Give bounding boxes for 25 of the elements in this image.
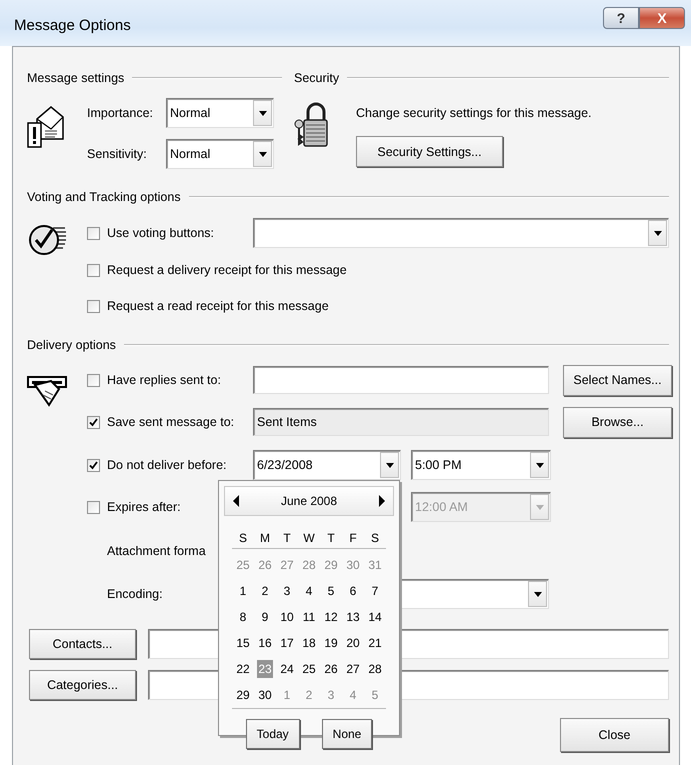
weekday-label: W (303, 531, 315, 545)
checkbox-label: Do not deliver before: (107, 458, 227, 472)
security-description: Change security settings for this message. (356, 106, 592, 120)
weekday-label: T (283, 531, 291, 545)
month-title: June 2008 (280, 494, 338, 508)
group-heading: Message settings (27, 71, 124, 85)
field-label: Sensitivity: (87, 147, 148, 161)
weekday-label: S (238, 531, 247, 545)
weekday-label: T (327, 531, 335, 545)
weekday-label: F (349, 531, 357, 545)
checkbox-label: Request a read receipt for this message (107, 299, 329, 313)
checkbox-label: Have replies sent to: (107, 373, 221, 387)
field-label: Attachment forma (107, 544, 206, 558)
field-label: Importance: (87, 106, 154, 120)
checkbox-label: Request a delivery receipt for this message (107, 263, 347, 277)
checkbox-label: Use voting buttons: (107, 226, 214, 240)
checkbox-label: Expires after: (107, 500, 181, 514)
weekday-label: S (370, 531, 379, 545)
group-heading: Security (294, 71, 340, 85)
checkbox-label: Save sent message to: (107, 415, 234, 429)
window-title: Message Options (14, 17, 131, 34)
weekday-label: M (260, 531, 270, 545)
group-heading: Voting and Tracking options (27, 190, 181, 204)
group-heading: Delivery options (27, 338, 116, 352)
field-label: Encoding: (107, 587, 163, 601)
